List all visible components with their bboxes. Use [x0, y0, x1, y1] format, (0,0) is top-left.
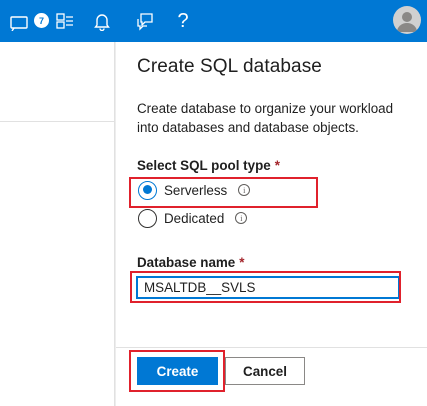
directory-icon[interactable] [53, 9, 77, 33]
info-icon[interactable]: i [235, 212, 248, 224]
database-name-label-text: Database name [137, 255, 236, 270]
required-mark: * [239, 255, 245, 270]
notifications-list-icon[interactable]: 7 [8, 9, 49, 33]
left-pane-divider [0, 121, 114, 122]
radio-dedicated[interactable]: Dedicated i [138, 207, 248, 229]
panel-title: Create SQL database [137, 56, 322, 77]
feedback-icon[interactable] [133, 9, 157, 33]
radio-dedicated-label[interactable]: Dedicated [164, 211, 224, 226]
cancel-button[interactable]: Cancel [225, 357, 305, 385]
serverless-highlight-box [129, 177, 318, 208]
panel-description: Create database to organize your workloa… [137, 101, 394, 135]
footer-divider [116, 347, 427, 348]
required-mark: * [274, 158, 280, 173]
database-name-highlight-box [130, 271, 401, 303]
notification-count-badge: 7 [34, 13, 49, 28]
create-highlight-box [129, 350, 225, 392]
help-glyph: ? [177, 9, 189, 32]
create-sql-database-panel: Create SQL database Create database to o… [116, 42, 427, 406]
pool-type-label-text: Select SQL pool type [137, 158, 271, 173]
bell-icon[interactable] [90, 9, 114, 33]
pool-type-label: Select SQL pool type * [137, 158, 280, 173]
top-bar: 7 ? [0, 0, 427, 42]
avatar[interactable] [393, 6, 421, 34]
left-pane [0, 42, 114, 406]
help-icon[interactable]: ? [171, 9, 195, 33]
radio-dedicated-button[interactable] [138, 208, 157, 228]
database-name-label: Database name * [137, 255, 244, 270]
